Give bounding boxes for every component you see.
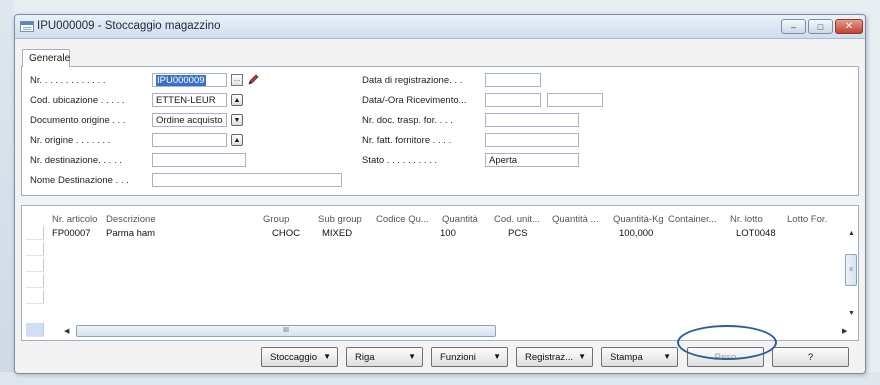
nr-lookup-button[interactable]: … — [231, 74, 243, 86]
row-selector[interactable] — [26, 242, 44, 256]
col-header-descrizione[interactable]: Descrizione — [106, 214, 156, 225]
row-selector-active[interactable] — [26, 323, 44, 337]
help-button[interactable]: ? — [772, 347, 849, 367]
data-registrazione-field[interactable] — [485, 73, 541, 87]
window-title: IPU000009 - Stoccaggio magazzino — [37, 20, 221, 32]
scroll-right-arrow-icon[interactable]: ▶ — [842, 327, 847, 335]
riga-label: Riga — [355, 351, 375, 363]
label-data-ora-ricevimento: Data/-Ora Ricevimento... — [362, 95, 467, 106]
vertical-scroll-thumb[interactable]: ≡ — [845, 254, 857, 286]
col-header-quantita-kg[interactable]: Quantità-Kg — [613, 214, 664, 225]
label-data-registrazione: Data di registrazione. . . — [362, 75, 463, 86]
chevron-down-icon: ▼ — [578, 352, 586, 361]
cod-ubicazione-field[interactable]: ETTEN-LEUR — [152, 93, 227, 107]
col-header-cod-unit[interactable]: Cod. unit... — [494, 214, 540, 225]
nr-field[interactable]: IPU000009 — [152, 73, 227, 87]
label-nome-destinazione: Nome Destinazione . . . — [30, 175, 129, 186]
col-header-sub-group[interactable]: Sub group — [318, 214, 362, 225]
stampa-label: Stampa — [610, 351, 643, 363]
nr-destinazione-field[interactable] — [152, 153, 246, 167]
registrazione-menu-button[interactable]: Registraz... ▼ — [516, 347, 593, 367]
cell-group[interactable]: CHOC — [272, 228, 300, 239]
cell-cod-unit[interactable]: PCS — [508, 228, 528, 239]
col-header-group[interactable]: Group — [263, 214, 289, 225]
scroll-left-arrow-icon[interactable]: ◀ — [64, 327, 69, 335]
cell-sub-group[interactable]: MIXED — [322, 228, 352, 239]
funzioni-menu-button[interactable]: Funzioni ▼ — [431, 347, 508, 367]
funzioni-label: Funzioni — [440, 351, 476, 363]
lines-grid: Nr. articolo Descrizione Group Sub group… — [21, 205, 859, 341]
col-header-lotto-for[interactable]: Lotto For. — [787, 214, 827, 225]
annotation-circle — [677, 325, 777, 360]
col-header-quantita-2[interactable]: Quantità ... — [552, 214, 598, 225]
nr-value: IPU000009 — [156, 75, 206, 86]
tab-generale[interactable]: Generale — [22, 49, 70, 67]
stoccaggio-menu-button[interactable]: Stoccaggio ▼ — [261, 347, 338, 367]
chevron-down-icon: ▼ — [323, 352, 331, 361]
title-bar[interactable]: IPU000009 - Stoccaggio magazzino – □ ✕ — [15, 15, 865, 39]
col-header-container[interactable]: Container... — [668, 214, 717, 225]
stato-field[interactable]: Aperta — [485, 153, 579, 167]
cell-nr-lotto[interactable]: LOT0048 — [736, 228, 776, 239]
col-header-nr-articolo[interactable]: Nr. articolo — [52, 214, 97, 225]
label-stato: Stato . . . . . . . . . . — [362, 155, 437, 166]
stoccaggio-label: Stoccaggio — [270, 351, 318, 363]
nome-destinazione-field[interactable] — [152, 173, 342, 187]
minimize-button[interactable]: – — [781, 19, 806, 34]
documento-origine-field[interactable]: Ordine acquisto — [152, 113, 227, 127]
label-nr-destinazione: Nr. destinazione. . . . . — [30, 155, 122, 166]
vertical-scrollbar[interactable]: ▲ ≡ ▼ — [844, 226, 858, 326]
chevron-down-icon: ▼ — [408, 352, 416, 361]
col-header-nr-lotto[interactable]: Nr. lotto — [730, 214, 763, 225]
nr-fatt-fornitore-field[interactable] — [485, 133, 579, 147]
label-nr-doc-trasp: Nr. doc. trasp. for. . . . — [362, 115, 453, 126]
col-header-codice-qu[interactable]: Codice Qu... — [376, 214, 429, 225]
row-selector[interactable] — [26, 226, 44, 240]
chevron-down-icon: ▼ — [663, 352, 671, 361]
window-app-icon — [20, 21, 34, 32]
cell-descrizione[interactable]: Parma ham — [106, 228, 155, 239]
label-nr-origine: Nr. origine . . . . . . . — [30, 135, 111, 146]
cell-quantita[interactable]: 100 — [440, 228, 456, 239]
label-cod-ubicazione: Cod. ubicazione . . . . . — [30, 95, 125, 106]
stampa-menu-button[interactable]: Stampa ▼ — [601, 347, 678, 367]
label-nr: Nr. . . . . . . . . . . . . — [30, 75, 106, 86]
ora-ricevimento-field[interactable] — [547, 93, 603, 107]
horizontal-scroll-thumb[interactable]: III — [76, 325, 496, 337]
label-documento-origine: Documento origine . . . — [30, 115, 126, 126]
cell-nr-articolo[interactable]: FP00007 — [52, 228, 91, 239]
cell-quantita-kg[interactable]: 100,000 — [619, 228, 653, 239]
registrazione-label: Registraz... — [525, 351, 574, 363]
edit-pencil-icon[interactable] — [247, 74, 259, 86]
row-selector[interactable] — [26, 258, 44, 272]
row-selector[interactable] — [26, 290, 44, 304]
nr-origine-field[interactable] — [152, 133, 227, 147]
chevron-down-icon: ▼ — [493, 352, 501, 361]
label-nr-fatt-fornitore: Nr. fatt. fornitore . . . . — [362, 135, 452, 146]
close-button[interactable]: ✕ — [835, 19, 863, 34]
col-header-quantita[interactable]: Quantità — [442, 214, 478, 225]
scroll-up-arrow-icon[interactable]: ▲ — [848, 230, 855, 237]
cod-ubicazione-lookup-icon[interactable]: ▲ — [231, 94, 243, 106]
riga-menu-button[interactable]: Riga ▼ — [346, 347, 423, 367]
data-ricevimento-field[interactable] — [485, 93, 541, 107]
background-left — [0, 0, 14, 385]
scroll-down-arrow-icon[interactable]: ▼ — [848, 310, 855, 317]
nr-doc-trasp-field[interactable] — [485, 113, 579, 127]
card-window: IPU000009 - Stoccaggio magazzino – □ ✕ G… — [14, 14, 866, 374]
general-form-panel: Nr. . . . . . . . . . . . . IPU000009 … … — [21, 66, 859, 196]
row-selector[interactable] — [26, 274, 44, 288]
maximize-button[interactable]: □ — [808, 19, 833, 34]
nr-origine-lookup-icon[interactable]: ▲ — [231, 134, 243, 146]
documento-origine-dropdown-icon[interactable]: ▼ — [231, 114, 243, 126]
